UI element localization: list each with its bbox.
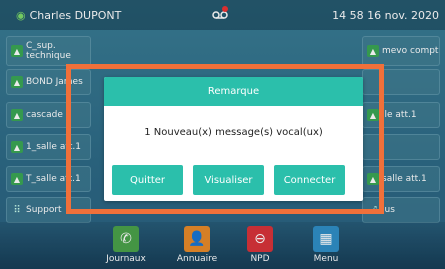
connect-button[interactable]: Connecter [274,165,345,195]
quit-button[interactable]: Quitter [112,165,183,195]
dialog-title: Remarque [104,77,363,106]
voicemail-dialog: Remarque 1 Nouveau(x) message(s) vocal(u… [104,77,363,201]
view-button[interactable]: Visualiser [193,165,264,195]
dialog-message: 1 Nouveau(x) message(s) vocal(ux) [144,127,323,138]
phone-screen: ◉ Charles DUPONT 14 58 16 nov. 2020 ▲ C_… [0,0,445,269]
